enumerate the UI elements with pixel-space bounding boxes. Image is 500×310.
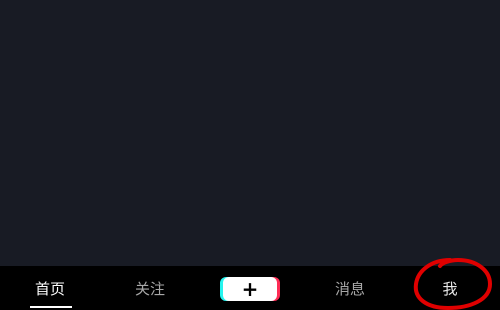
active-tab-indicator — [30, 306, 72, 308]
video-feed-area[interactable] — [0, 0, 500, 266]
tab-messages-label: 消息 — [334, 279, 365, 298]
tab-messages[interactable]: 消息 — [320, 266, 380, 310]
tab-me-label: 我 — [442, 279, 458, 298]
plus-icon: + — [241, 277, 259, 301]
app-screen: 首页 关注 消息 我 + — [0, 0, 500, 310]
tab-follow-label: 关注 — [134, 279, 165, 298]
tab-follow[interactable]: 关注 — [120, 266, 180, 310]
tab-home[interactable]: 首页 — [20, 266, 80, 310]
tab-me[interactable]: 我 — [420, 266, 480, 310]
tab-home-label: 首页 — [34, 279, 65, 298]
create-button-face: + — [223, 277, 277, 301]
create-video-button[interactable]: + — [220, 277, 280, 301]
